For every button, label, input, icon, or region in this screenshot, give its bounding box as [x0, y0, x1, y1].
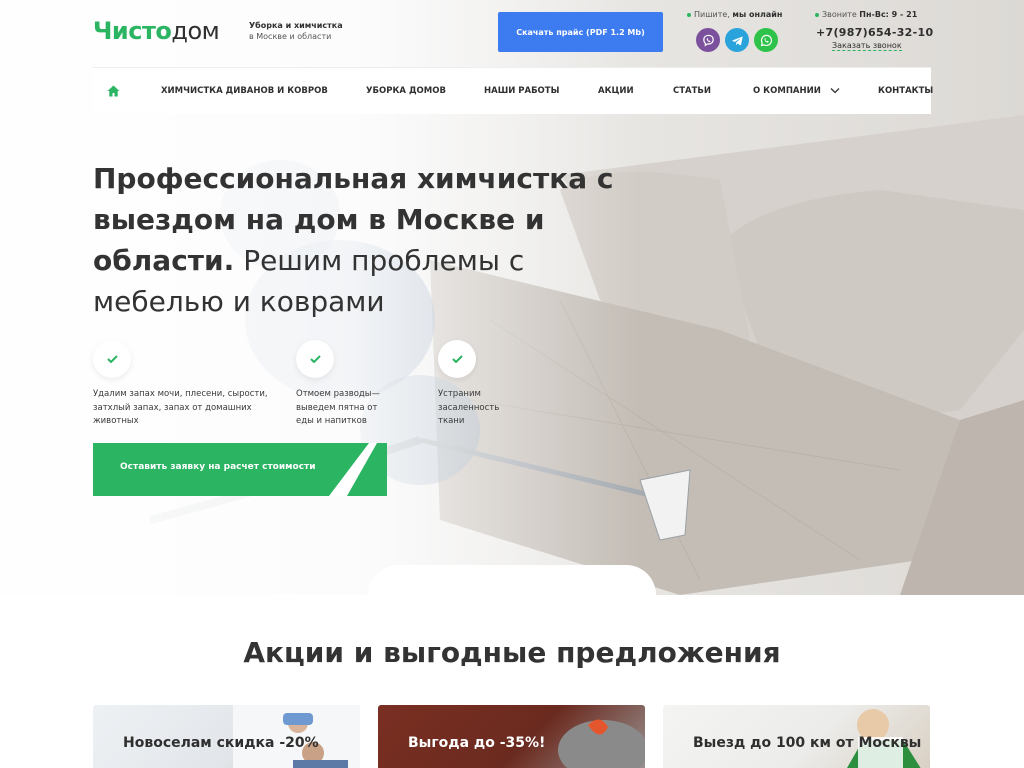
promo-card-text: Выгода до -35%!: [408, 735, 546, 751]
home-icon[interactable]: [93, 68, 133, 115]
logo-part-2: дом: [171, 17, 220, 45]
feature-text: Удалим запах мочи, плесени, сырости, зат…: [93, 389, 268, 426]
site-logo[interactable]: Чистодом: [93, 17, 220, 45]
promo-card-new-settlers[interactable]: Новоселам скидка -20%: [93, 705, 360, 768]
nav-item-our-works[interactable]: Наши работы: [484, 86, 559, 96]
hero-title: Профессиональная химчистка с выездом на …: [93, 158, 633, 322]
promo-card-discount[interactable]: Выгода до -35%!: [378, 705, 645, 768]
cta-decoration: [329, 443, 387, 496]
nav-item-promotions[interactable]: Акции: [598, 86, 634, 96]
section-divider: [368, 565, 656, 605]
check-icon: [438, 340, 476, 378]
write-us-label: Пишите, мы онлайн: [687, 10, 782, 19]
feature-odor-removal: Удалим запах мочи, плесени, сырости, зат…: [93, 340, 273, 429]
telegram-icon[interactable]: [725, 28, 749, 52]
promo-card-text: Выезд до 100 км от Москвы: [693, 735, 922, 751]
online-indicator: [687, 12, 691, 17]
tagline: Уборка и химчистка в Москве и области: [249, 20, 343, 42]
call-hours-value: Пн-Вс: 9 - 21: [859, 10, 918, 19]
main-navigation: Химчистка диванов и ковров Уборка домов …: [93, 67, 933, 115]
promo-card-text: Новоселам скидка -20%: [123, 735, 319, 751]
cta-label: Оставить заявку на расчет стоимости: [120, 462, 316, 472]
online-status: мы онлайн: [732, 10, 783, 19]
viber-icon[interactable]: [696, 28, 720, 52]
check-icon: [296, 340, 334, 378]
write-label: Пишите,: [694, 10, 730, 19]
nav-item-about-label: О компании: [753, 86, 821, 96]
check-icon: [93, 340, 131, 378]
nav-item-articles[interactable]: Статьи: [673, 86, 711, 96]
request-callback-link[interactable]: Заказать звонок: [832, 41, 902, 51]
promo-card-delivery[interactable]: Выезд до 100 км от Москвы: [663, 705, 930, 768]
tagline-line-1: Уборка и химчистка: [249, 21, 343, 30]
nav-item-house-cleaning[interactable]: Уборка домов: [366, 86, 446, 96]
feature-grease-removal: Устраним засаленность ткани: [438, 340, 518, 429]
nav-item-about[interactable]: О компании: [753, 86, 840, 96]
feature-stain-removal: Отмоем разводы—выведем пятна от еды и на…: [296, 340, 396, 429]
chevron-down-icon: [830, 88, 840, 94]
whatsapp-icon[interactable]: [754, 28, 778, 52]
request-estimate-button[interactable]: Оставить заявку на расчет стоимости: [93, 443, 387, 496]
logo-part-1: Чисто: [93, 17, 172, 45]
call-hours: Звоните Пн-Вс: 9 - 21: [815, 10, 917, 19]
feature-text: Отмоем разводы—выведем пятна от еды и на…: [296, 389, 381, 426]
nav-item-dry-cleaning[interactable]: Химчистка диванов и ковров: [161, 86, 328, 96]
download-price-button[interactable]: Скачать прайс (PDF 1.2 Mb): [498, 12, 663, 52]
status-dot: [815, 12, 819, 17]
phone-number[interactable]: +7(987)654-32-10: [816, 26, 933, 39]
promotions-title: Акции и выгодные предложения: [243, 636, 781, 669]
tagline-line-2: в Москве и области: [249, 32, 332, 41]
nav-item-contacts[interactable]: Контакты: [878, 86, 933, 96]
call-label: Звоните: [822, 10, 857, 19]
social-links: [696, 28, 778, 52]
site-header: Чистодом Уборка и химчистка в Москве и о…: [93, 0, 933, 66]
feature-text: Устраним засаленность ткани: [438, 389, 500, 426]
